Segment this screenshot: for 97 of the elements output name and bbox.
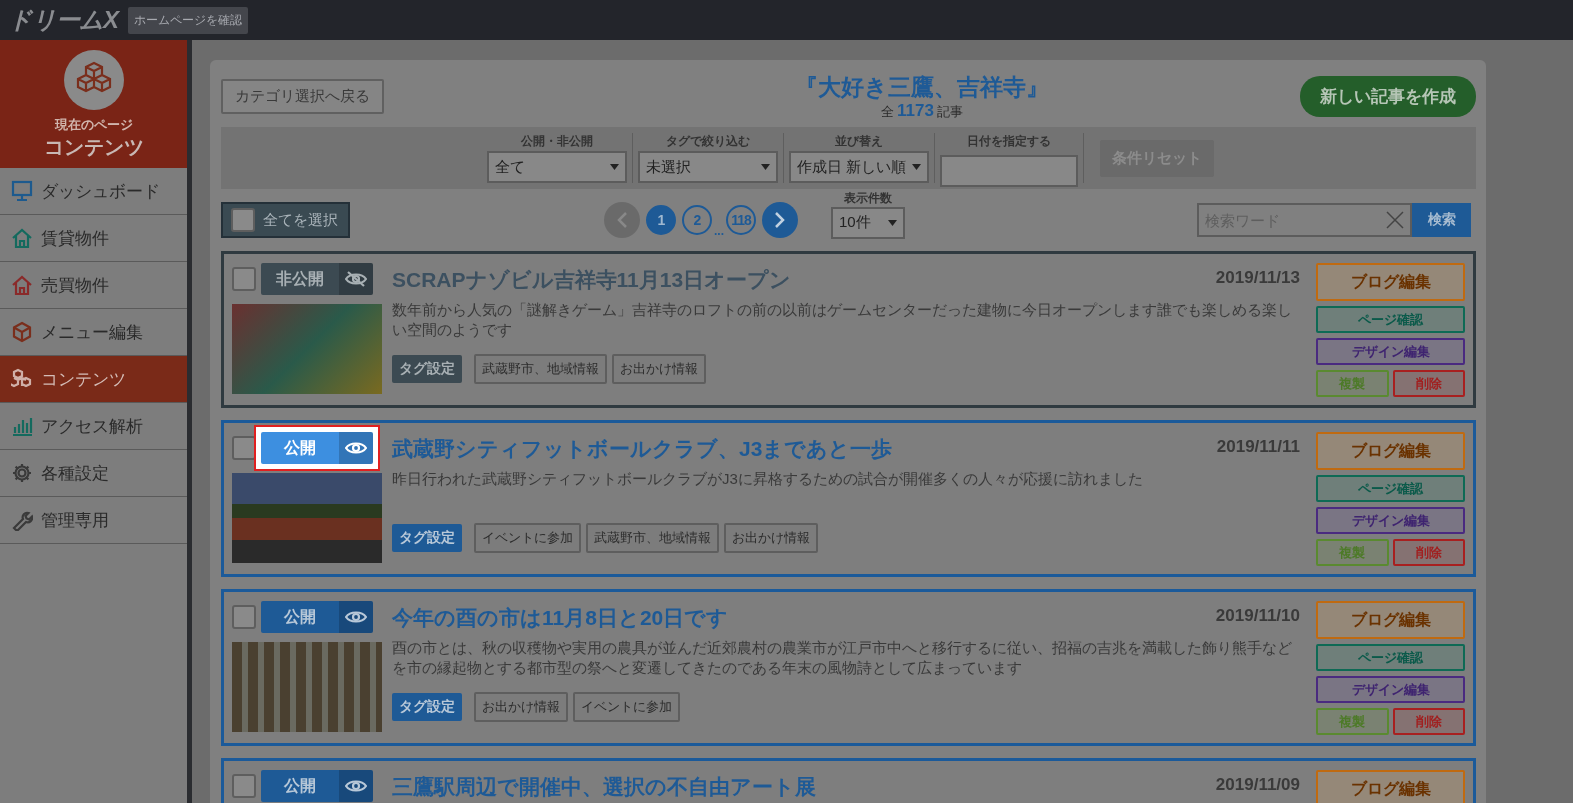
design-edit-button[interactable]: デザイン編集 xyxy=(1316,676,1465,703)
sidebar-item-label: 管理専用 xyxy=(41,509,109,532)
sidebar-item[interactable]: 各種設定 xyxy=(0,450,187,497)
new-article-button[interactable]: 新しい記事を作成 xyxy=(1300,75,1476,117)
logo: ドリームX xyxy=(8,5,118,35)
filter-select[interactable]: 全て xyxy=(487,151,627,183)
tag-settings-button[interactable]: タグ設定 xyxy=(392,355,462,383)
delete-button[interactable]: 削除 xyxy=(1392,708,1465,735)
article-description: 昨日行われた武蔵野シティフットボールクラブがJ3に昇格するための試合が開催多くの人々が応援に訪れました xyxy=(392,469,1144,489)
delete-button[interactable]: 削除 xyxy=(1392,370,1465,397)
category-title: 『大好き三鷹、吉祥寺』 xyxy=(795,72,1049,102)
filter-label: タグで絞り込む xyxy=(666,133,750,150)
design-edit-button[interactable]: デザイン編集 xyxy=(1316,338,1465,365)
tag-settings-button[interactable]: タグ設定 xyxy=(392,524,462,552)
design-edit-button[interactable]: デザイン編集 xyxy=(1316,507,1465,534)
eye-icon xyxy=(345,610,367,624)
article-description: 酉の市とは、秋の収穫物や実用の農具が並んだ近郊農村の農業市が江戸市中へと移行するに従い、招福の吉兆を満載した飾り熊手などを市の縁起物とする都市型の祭へと変遷してきたのである年末の風物詩として広まっています xyxy=(392,638,1293,678)
page-preview-button[interactable]: ページ確認 xyxy=(1316,306,1465,333)
caret-icon xyxy=(912,164,921,170)
caret-icon xyxy=(761,164,770,170)
checkbox[interactable] xyxy=(232,605,256,629)
search-button[interactable]: 検索 xyxy=(1412,203,1471,237)
article-title[interactable]: 三鷹駅周辺で開催中、選択の不自由アート展 xyxy=(392,773,816,801)
sidebar-item[interactable]: ダッシュボード xyxy=(0,168,187,215)
select-all-label: 全てを選択 xyxy=(263,210,338,230)
tag: お出かけ情報 xyxy=(612,354,706,384)
filter-label: 並び替え xyxy=(835,133,883,150)
checkbox[interactable] xyxy=(232,436,256,460)
article-count: 1173 xyxy=(897,100,934,121)
publish-status-toggle[interactable]: 非公開 xyxy=(261,263,373,295)
close-icon xyxy=(1386,211,1404,229)
publish-status-toggle[interactable]: 公開 xyxy=(261,770,373,802)
sidebar-item[interactable]: コンテンツ xyxy=(0,356,187,403)
article-date: 2019/11/10 xyxy=(1214,606,1300,626)
count-prefix: 全 xyxy=(881,102,895,121)
article-date: 2019/11/11 xyxy=(1215,437,1300,457)
sidebar-item-label: 賃貸物件 xyxy=(41,227,109,250)
checkbox[interactable] xyxy=(232,774,256,798)
sidebar-item[interactable]: アクセス解析 xyxy=(0,403,187,450)
filter-label: 日付を指定する xyxy=(967,133,1051,150)
publish-status-toggle[interactable]: 公開 xyxy=(261,432,373,464)
per-page-label: 表示件数 xyxy=(844,189,892,207)
article-description: 数年前から人気の「謎解きゲーム」吉祥寺のロフトの前の以前はゲームセンターだった建物に今日オープンします誰でも楽しめる楽しい空間のようです xyxy=(392,300,1293,340)
sidebar-item-label: 売買物件 xyxy=(41,274,109,297)
sidebar-item[interactable]: 管理専用 xyxy=(0,497,187,544)
select-all-button[interactable]: 全てを選択 xyxy=(221,202,350,238)
per-page-select[interactable]: 10件 xyxy=(831,206,905,239)
caret-icon xyxy=(888,219,897,226)
blog-edit-button[interactable]: ブログ編集 xyxy=(1316,601,1465,639)
page-ellipsis: ... xyxy=(714,224,724,238)
sidebar-item-label: メニュー編集 xyxy=(41,321,143,344)
filter-select[interactable]: 作成日 新しい順 xyxy=(789,151,929,183)
article-title[interactable]: 武蔵野シティフットボールクラブ、J3まであと一歩 xyxy=(392,435,893,463)
article-date: 2019/11/13 xyxy=(1214,268,1300,288)
article-date: 2019/11/09 xyxy=(1214,775,1300,795)
sidebar-item[interactable]: 売買物件 xyxy=(0,262,187,309)
tag-settings-button[interactable]: タグ設定 xyxy=(392,693,462,721)
page-preview-button[interactable]: ページ確認 xyxy=(1316,475,1465,502)
filter-select[interactable]: 未選択 xyxy=(638,151,778,183)
homepage-button[interactable]: ホームページを確認 xyxy=(128,6,248,34)
chevron-left-icon xyxy=(616,211,628,229)
chevron-right-icon xyxy=(774,211,786,229)
checkbox[interactable] xyxy=(231,208,255,232)
article-title[interactable]: 今年の酉の市は11月8日と20日です xyxy=(392,604,729,632)
sidebar-item-label: ダッシュボード xyxy=(41,180,160,203)
tag: お出かけ情報 xyxy=(724,523,818,553)
filter-label: 公開・非公開 xyxy=(521,133,593,150)
sidebar-item-label: 各種設定 xyxy=(41,462,109,485)
article-title[interactable]: SCRAPナゾビル吉祥寺11月13日オープン xyxy=(392,266,792,294)
page-button[interactable]: 1 xyxy=(646,205,676,235)
tag: 武蔵野市、地域情報 xyxy=(474,354,607,384)
caret-icon xyxy=(610,164,619,170)
next-page-button[interactable] xyxy=(762,202,798,238)
sidebar-item-label: コンテンツ xyxy=(41,368,126,391)
page-preview-button[interactable]: ページ確認 xyxy=(1316,644,1465,671)
checkbox[interactable] xyxy=(232,267,256,291)
current-page-title: コンテンツ xyxy=(43,135,144,160)
sidebar-item[interactable]: 賃貸物件 xyxy=(0,215,187,262)
tag: 武蔵野市、地域情報 xyxy=(586,523,719,553)
eye-icon xyxy=(345,441,367,455)
delete-button[interactable]: 削除 xyxy=(1392,539,1465,566)
page-button[interactable]: 118 xyxy=(726,205,756,235)
count-suffix: 記事 xyxy=(936,102,963,121)
eye-slash-icon xyxy=(345,271,367,287)
sidebar-item-label: アクセス解析 xyxy=(41,415,143,438)
back-to-category-button[interactable]: カテゴリ選択へ戻る xyxy=(221,78,384,114)
tag: イベントに参加 xyxy=(573,692,680,722)
page-button[interactable]: 2 xyxy=(682,205,712,235)
blog-edit-button[interactable]: ブログ編集 xyxy=(1316,263,1465,301)
tag: イベントに参加 xyxy=(474,523,581,553)
publish-status-toggle[interactable]: 公開 xyxy=(261,601,373,633)
eye-icon xyxy=(345,779,367,793)
blog-edit-button[interactable]: ブログ編集 xyxy=(1316,770,1465,803)
date-field[interactable] xyxy=(940,155,1078,187)
tag: お出かけ情報 xyxy=(474,692,568,722)
current-page-label: 現在のページ xyxy=(54,116,133,134)
blog-edit-button[interactable]: ブログ編集 xyxy=(1316,432,1465,470)
